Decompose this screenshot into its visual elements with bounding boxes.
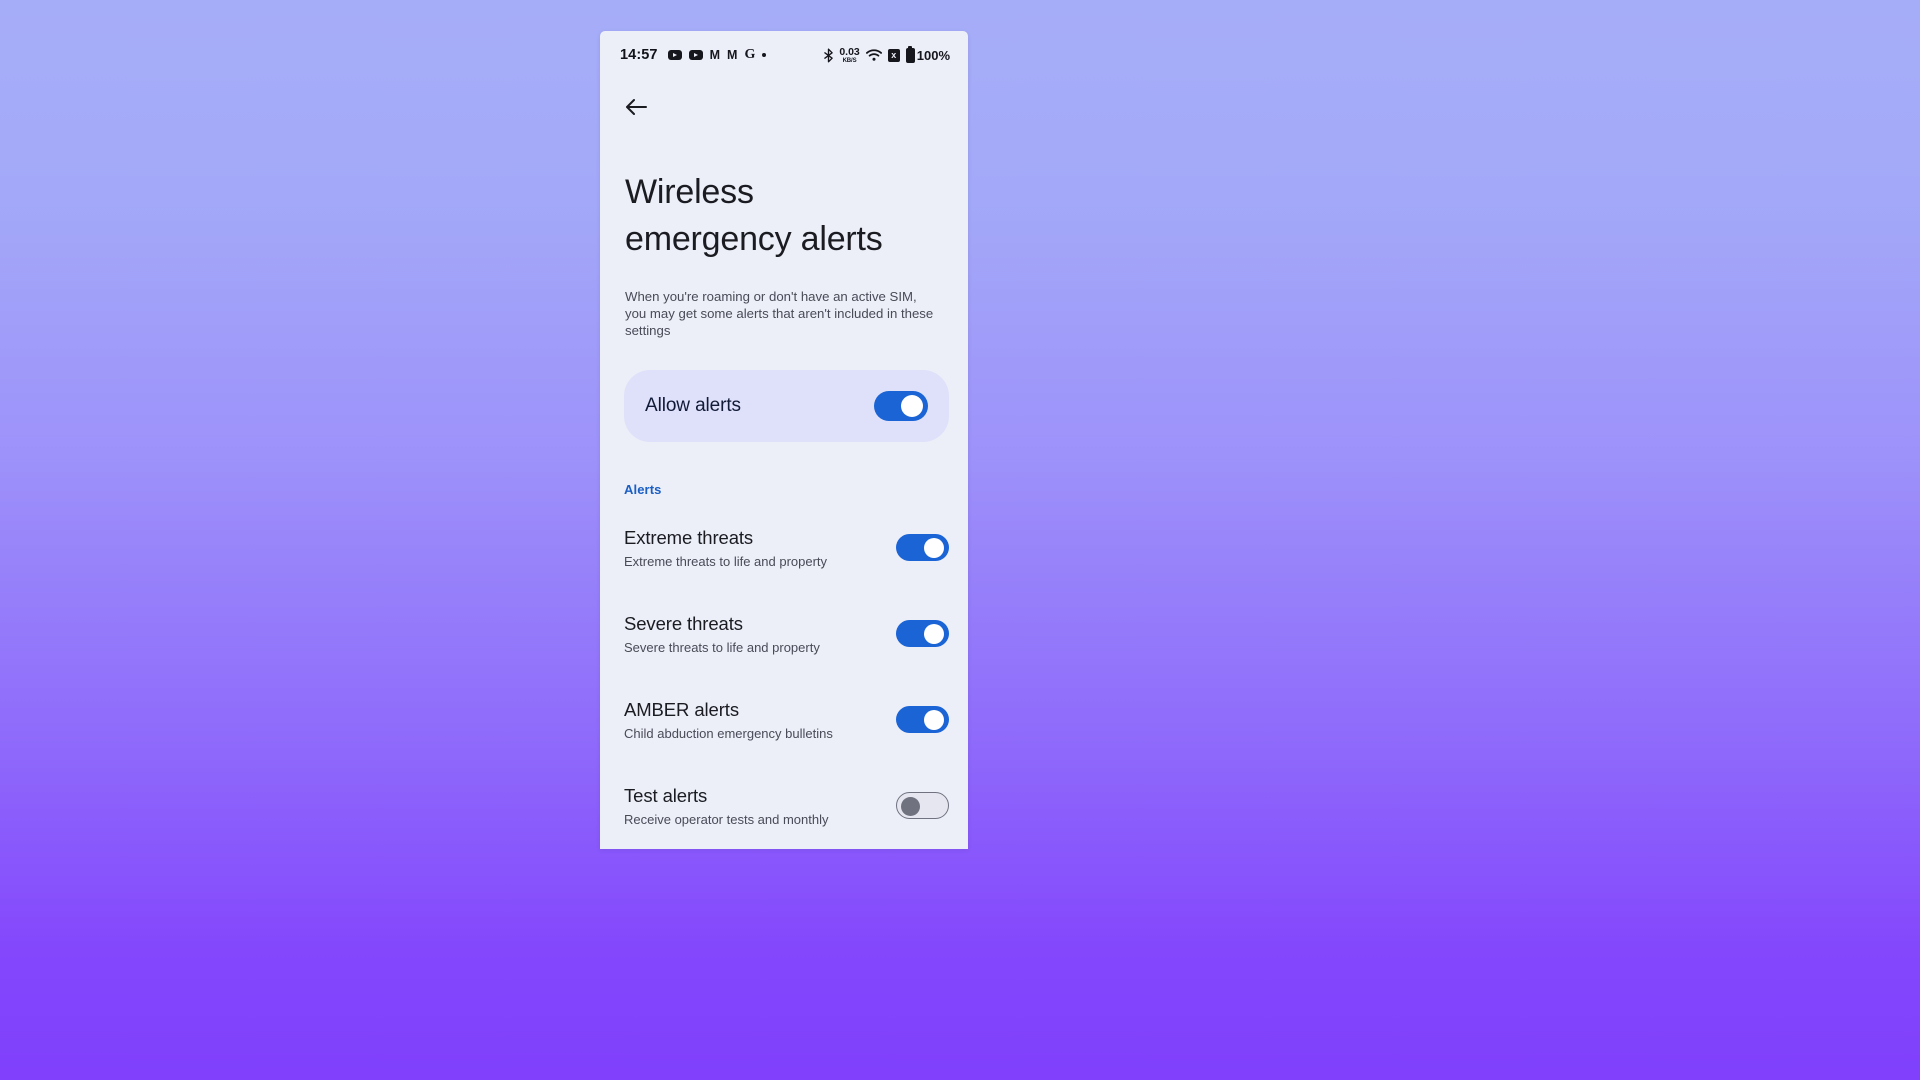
network-speed-indicator: 0.03 KB/S bbox=[839, 45, 860, 64]
toggle-knob bbox=[924, 623, 944, 644]
app-bar bbox=[600, 79, 968, 135]
network-speed-value: 0.03 bbox=[839, 45, 860, 58]
allow-alerts-label: Allow alerts bbox=[645, 395, 741, 416]
allow-alerts-toggle[interactable] bbox=[874, 391, 928, 421]
list-item-title: Test alerts bbox=[624, 785, 708, 806]
gmail-icon: M bbox=[727, 47, 738, 62]
list-item-title: Severe threats bbox=[624, 613, 743, 634]
battery-percent: 100% bbox=[916, 47, 950, 63]
list-item-text: Test alerts Receive operator tests and m… bbox=[624, 783, 896, 828]
test-alerts-toggle[interactable] bbox=[896, 792, 949, 819]
alerts-list: Extreme threats Extreme threats to life … bbox=[600, 513, 968, 840]
list-item-text: Severe threats Severe threats to life an… bbox=[624, 611, 896, 656]
list-item[interactable]: Test alerts Receive operator tests and m… bbox=[600, 771, 968, 840]
list-item-subtitle: Extreme threats to life and property bbox=[624, 554, 828, 569]
google-icon: G bbox=[744, 47, 756, 62]
status-bar: 14:57 M M G 0.03 KB/S x 100% bbox=[600, 31, 968, 79]
severe-threats-toggle[interactable] bbox=[896, 620, 949, 647]
gmail-icon: M bbox=[709, 47, 721, 62]
list-item-title: AMBER alerts bbox=[624, 699, 739, 720]
sim-card-off-icon: x bbox=[887, 48, 900, 62]
back-arrow-icon bbox=[626, 99, 647, 115]
network-speed-unit: KB/S bbox=[842, 57, 857, 64]
list-item-title: Extreme threats bbox=[624, 527, 754, 548]
list-item-text: Extreme threats Extreme threats to life … bbox=[624, 525, 896, 570]
battery-icon bbox=[905, 45, 915, 63]
status-bar-right: 0.03 KB/S x 100% bbox=[824, 45, 950, 64]
list-item[interactable]: Severe threats Severe threats to life an… bbox=[600, 599, 968, 668]
amber-alerts-toggle[interactable] bbox=[896, 706, 949, 733]
battery-indicator: 100% bbox=[905, 45, 950, 63]
bluetooth-icon bbox=[824, 48, 834, 62]
extreme-threats-toggle[interactable] bbox=[896, 534, 949, 561]
page-title: Wireless emergency alerts bbox=[625, 173, 883, 258]
list-item-subtitle: Severe threats to life and property bbox=[624, 640, 820, 655]
section-header-alerts: Alerts bbox=[624, 482, 662, 497]
toggle-knob bbox=[901, 796, 920, 816]
youtube-icon bbox=[667, 50, 682, 60]
toggle-knob bbox=[901, 395, 923, 417]
toggle-knob bbox=[924, 709, 944, 730]
list-item[interactable]: Extreme threats Extreme threats to life … bbox=[600, 513, 968, 582]
list-item-subtitle: Receive operator tests and monthly bbox=[624, 812, 829, 827]
status-clock: 14:57 bbox=[620, 47, 658, 63]
status-bar-left: 14:57 M M G bbox=[620, 47, 824, 63]
more-notifications-dot-icon bbox=[762, 53, 767, 57]
list-item-subtitle: Child abduction emergency bulletins bbox=[624, 726, 833, 741]
allow-alerts-card[interactable]: Allow alerts bbox=[624, 370, 949, 442]
toggle-knob bbox=[924, 537, 944, 558]
list-item-text: AMBER alerts Child abduction emergency b… bbox=[624, 697, 896, 742]
youtube-icon bbox=[688, 50, 703, 60]
wifi-icon bbox=[865, 49, 882, 61]
phone-screen: 14:57 M M G 0.03 KB/S x 100% Wireless em… bbox=[600, 31, 968, 849]
page-description: When you're roaming or don't have an act… bbox=[625, 289, 934, 338]
back-button[interactable] bbox=[619, 90, 653, 124]
list-item[interactable]: AMBER alerts Child abduction emergency b… bbox=[600, 685, 968, 754]
